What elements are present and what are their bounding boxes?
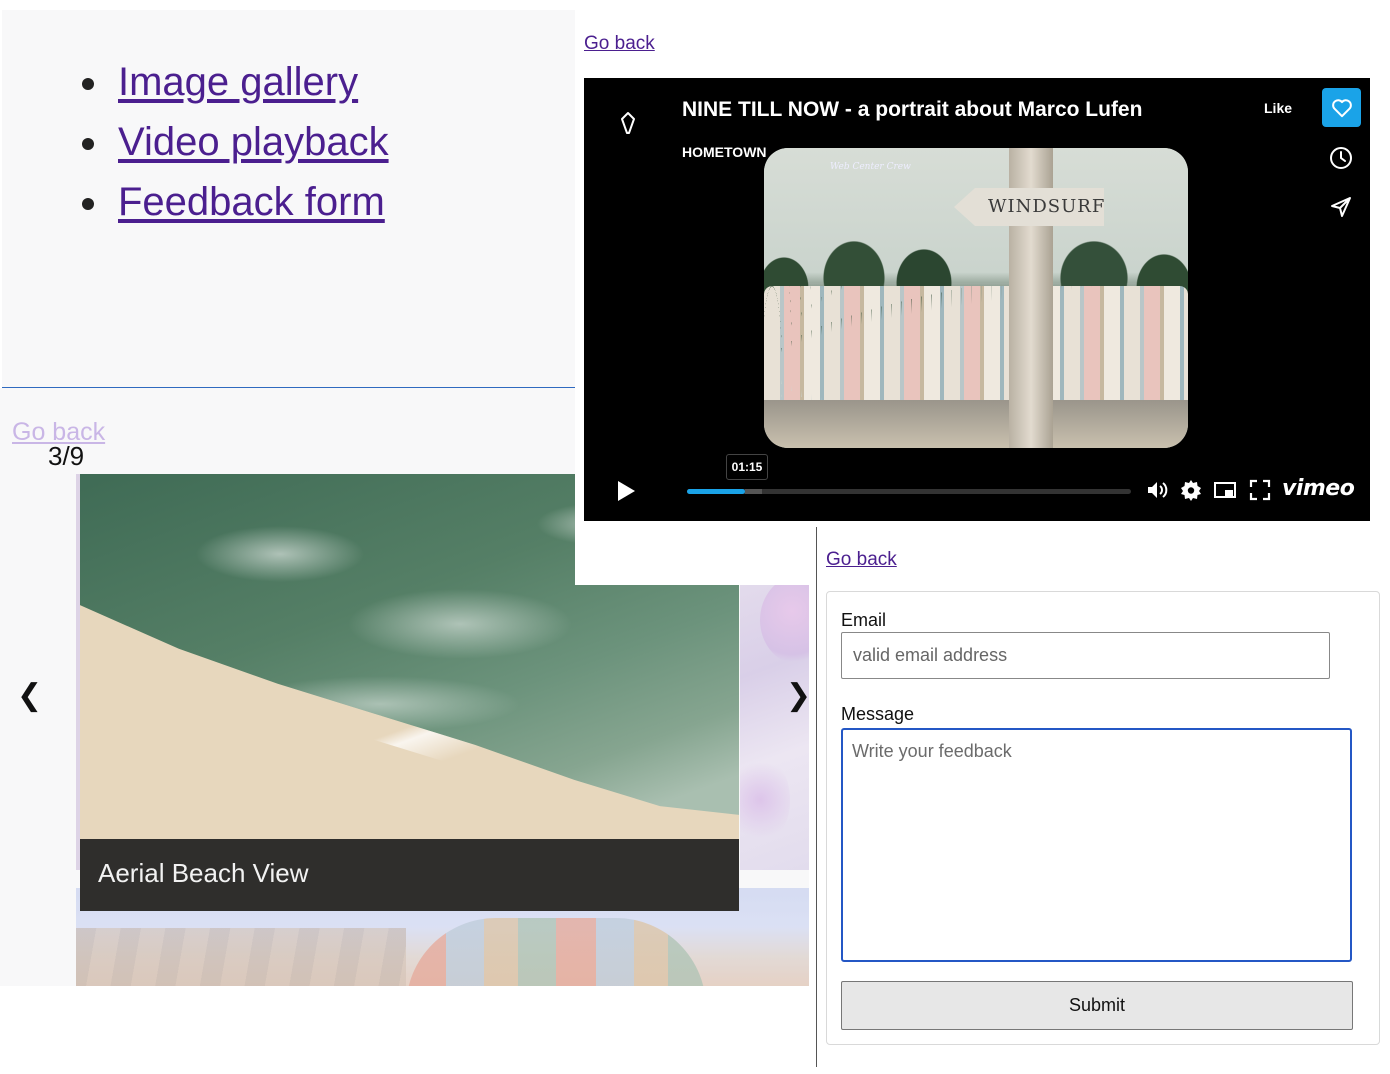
- play-icon[interactable]: [618, 481, 635, 501]
- submit-button[interactable]: Submit: [841, 981, 1353, 1030]
- feedback-form-panel: Go back Email Message Submit: [816, 527, 1390, 1067]
- progress-bar[interactable]: [687, 489, 1131, 494]
- feedback-go-back-link[interactable]: Go back: [826, 549, 897, 571]
- frame-watermark: Web Center Crew: [830, 162, 911, 172]
- message-label: Message: [841, 704, 915, 724]
- clock-icon[interactable]: [1328, 145, 1354, 171]
- email-label: Email: [841, 610, 887, 630]
- menu-item-video-playback: Video playback: [82, 112, 389, 172]
- video-channel[interactable]: HOMETOWN: [682, 144, 767, 160]
- volume-icon[interactable]: [1145, 478, 1169, 502]
- next-arrow-icon[interactable]: ❯: [786, 678, 809, 713]
- video-go-back-link[interactable]: Go back: [584, 33, 655, 55]
- picture-in-picture-icon[interactable]: [1213, 478, 1237, 502]
- slide-caption-bar: Aerial Beach View: [80, 839, 739, 911]
- message-textarea[interactable]: [841, 728, 1352, 962]
- video-title[interactable]: NINE TILL NOW - a portrait about Marco L…: [682, 98, 1142, 122]
- previous-arrow-icon[interactable]: ❮: [17, 678, 42, 713]
- like-button[interactable]: [1322, 88, 1361, 127]
- vimeo-player[interactable]: WINDSURF Web Center Crew NINE TILL NOW -…: [584, 78, 1370, 521]
- gear-icon[interactable]: [1179, 478, 1203, 502]
- channel-logo-icon: [621, 112, 635, 134]
- menu-item-image-gallery: Image gallery: [82, 52, 389, 112]
- sign-text: WINDSURF: [988, 196, 1106, 217]
- video-playback-link[interactable]: Video playback: [118, 120, 389, 164]
- heart-icon: [1331, 98, 1352, 117]
- fullscreen-icon[interactable]: [1248, 478, 1272, 502]
- time-tooltip: 01:15: [726, 454, 768, 485]
- menu-item-feedback-form: Feedback form: [82, 172, 389, 232]
- video-playback-panel: Go back WINDSURF Web Center Crew NINE TI…: [575, 10, 1390, 585]
- progress-fill: [687, 489, 745, 494]
- feedback-form: Email Message Submit: [826, 591, 1380, 1045]
- next-slide-peek: [740, 585, 809, 870]
- navigation-panel: Image gallery Video playback Feedback fo…: [2, 10, 575, 389]
- progress-buffer: [744, 489, 763, 494]
- email-field[interactable]: [841, 632, 1330, 679]
- menu-list: Image gallery Video playback Feedback fo…: [82, 52, 389, 232]
- like-label: Like: [1264, 100, 1293, 116]
- vimeo-logo[interactable]: vimeo: [1282, 476, 1355, 501]
- slide-counter: 3/9: [48, 441, 85, 471]
- image-gallery-link[interactable]: Image gallery: [118, 60, 358, 104]
- slide-caption: Aerial Beach View: [98, 858, 309, 888]
- windsurf-sign: WINDSURF: [954, 188, 1104, 226]
- video-frame: WINDSURF Web Center Crew: [764, 148, 1188, 448]
- feedback-form-link[interactable]: Feedback form: [118, 180, 385, 224]
- share-icon[interactable]: [1328, 194, 1354, 220]
